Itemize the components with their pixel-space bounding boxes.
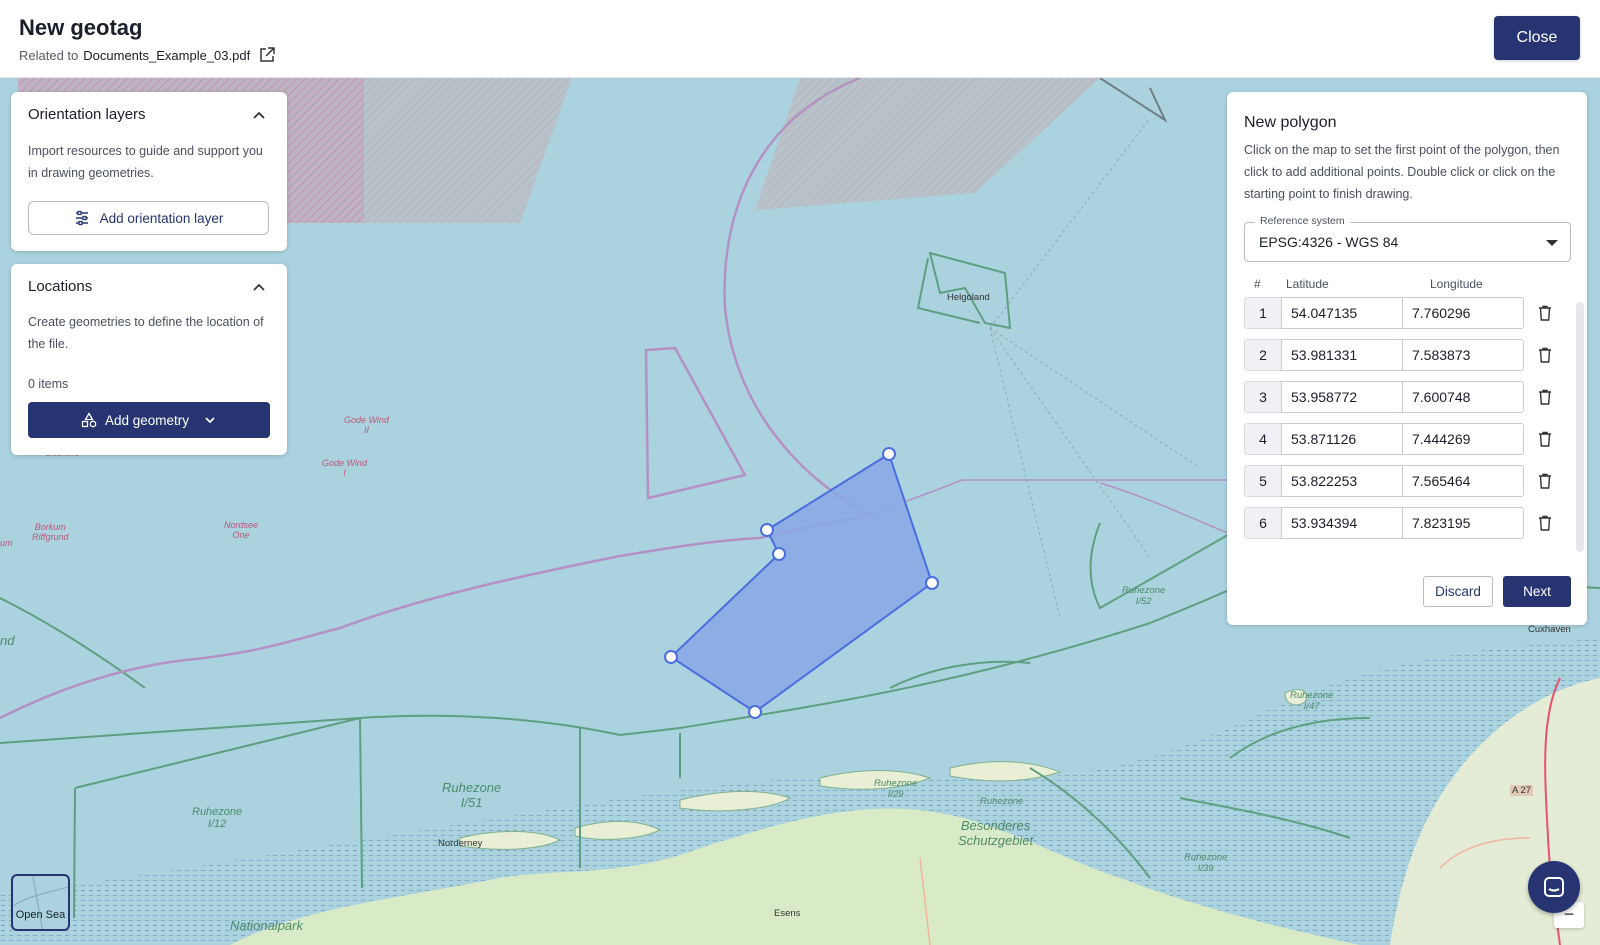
reference-system-legend: Reference system: [1255, 215, 1350, 227]
add-orientation-layer-button[interactable]: Add orientation layer: [28, 201, 269, 235]
shapes-icon: [81, 412, 97, 428]
add-geometry-label: Add geometry: [104, 412, 190, 428]
delete-point-icon[interactable]: [1536, 430, 1554, 448]
external-link-icon[interactable]: [258, 46, 276, 64]
map-label-norderney: Norderney: [438, 838, 483, 849]
polygon-vertex-1[interactable]: [882, 447, 896, 461]
restricted-area-grey: [364, 78, 572, 223]
map-label-a27: A 27: [1510, 785, 1534, 796]
page-title: New geotag: [19, 15, 143, 40]
polygon-vertex-5[interactable]: [748, 705, 762, 719]
related-document: Related to Documents_Example_03.pdf: [19, 46, 276, 64]
map-label-edge-nd: nd: [0, 633, 15, 648]
longitude-input[interactable]: 7.583873: [1402, 339, 1524, 371]
basemap-switcher[interactable]: Open Sea: [11, 874, 70, 931]
longitude-input[interactable]: 7.444269: [1402, 423, 1524, 455]
basemap-thumbnail: [13, 876, 68, 929]
shipping-lanes: [989, 327, 1201, 619]
column-header-longitude: Longitude: [1430, 277, 1483, 291]
polygon-vertex-6[interactable]: [925, 576, 939, 590]
delete-point-icon[interactable]: [1536, 514, 1554, 532]
delete-point-icon[interactable]: [1536, 388, 1554, 406]
restricted-area-grey-2: [755, 78, 1100, 210]
map-label-gode-wind-2: Gode Wind II: [344, 415, 389, 435]
new-polygon-title: New polygon: [1244, 114, 1337, 131]
point-number: 2: [1244, 339, 1282, 371]
locations-title: Locations: [28, 278, 93, 295]
maritime-boundary-thin: [869, 479, 1241, 539]
point-number: 3: [1244, 381, 1282, 413]
chevron-down-icon: [205, 417, 215, 424]
longitude-input[interactable]: 7.565464: [1402, 465, 1524, 497]
helgoland-zones: [916, 251, 1012, 330]
map-label-borkum: Borkum Riffgrund: [32, 522, 69, 542]
point-number: 1: [1244, 297, 1282, 329]
polygon-vertex-2[interactable]: [760, 523, 774, 537]
map-label-helgoland: Helgoland: [947, 292, 990, 303]
map-label-nordsee-one: Nordsee One: [224, 520, 259, 540]
coordinate-list-scrollbar[interactable]: [1576, 302, 1584, 552]
boundary-line: [1099, 78, 1168, 123]
orientation-layers-title: Orientation layers: [28, 106, 146, 123]
windfarm-area: [644, 346, 747, 500]
latitude-input[interactable]: 53.871126: [1281, 423, 1403, 455]
map-label-nationalpark: Nationalpark: [230, 918, 303, 933]
map-label-ruhezone-112: Ruhezone I/12: [192, 806, 243, 830]
point-number: 5: [1244, 465, 1282, 497]
reference-system-value: EPSG:4326 - WGS 84: [1259, 234, 1399, 250]
related-file-name: Documents_Example_03.pdf: [83, 47, 251, 63]
column-header-latitude: Latitude: [1286, 277, 1329, 291]
map-label-ruhezone-147: Ruhezone I/47: [1290, 690, 1334, 712]
longitude-input[interactable]: 7.823195: [1402, 507, 1524, 539]
map-label-ruhezone-151: Ruhezone I/51: [442, 780, 502, 810]
locations-count: 0 items: [28, 377, 69, 391]
discard-button[interactable]: Discard: [1423, 576, 1493, 607]
add-orientation-layer-label: Add orientation layer: [99, 210, 224, 226]
point-number: 4: [1244, 423, 1282, 455]
orientation-layers-panel: Orientation layers Import resources to g…: [11, 92, 287, 251]
latitude-input[interactable]: 53.958772: [1281, 381, 1403, 413]
longitude-input[interactable]: 7.600748: [1402, 381, 1524, 413]
map-label-edge-um: um: [0, 538, 13, 548]
dropdown-caret-icon: [1546, 240, 1558, 246]
new-polygon-panel: New polygon Click on the map to set the …: [1227, 92, 1587, 625]
map-label-gode-wind-1: Gode Wind I: [322, 458, 367, 478]
related-prefix: Related to: [19, 47, 79, 63]
longitude-input[interactable]: 7.760296: [1402, 297, 1524, 329]
delete-point-icon[interactable]: [1536, 304, 1554, 322]
delete-point-icon[interactable]: [1536, 346, 1554, 364]
latitude-input[interactable]: 53.822253: [1281, 465, 1403, 497]
polygon-vertex-3[interactable]: [772, 547, 786, 561]
chat-icon: [1544, 877, 1564, 897]
map-label-ruhezone-152: Ruhezone I/52: [1122, 585, 1166, 607]
basemap-label: Open Sea: [15, 909, 66, 921]
latitude-input[interactable]: 53.981331: [1281, 339, 1403, 371]
add-geometry-button[interactable]: Add geometry: [28, 402, 270, 438]
chevron-up-icon[interactable]: [251, 280, 267, 296]
delete-point-icon[interactable]: [1536, 472, 1554, 490]
latitude-input[interactable]: 54.047135: [1281, 297, 1403, 329]
locations-description: Create geometries to define the location…: [28, 315, 264, 351]
latitude-input[interactable]: 53.934394: [1281, 507, 1403, 539]
map-label-ruhezone: Ruhezone: [980, 796, 1024, 807]
orientation-layers-description: Import resources to guide and support yo…: [28, 144, 263, 180]
map-label-esens: Esens: [774, 908, 801, 919]
point-number: 6: [1244, 507, 1282, 539]
map-label-besonderes-schutzgebiet: Besonderes Schutzgebiet: [958, 818, 1034, 848]
close-button[interactable]: Close: [1494, 16, 1580, 60]
polygon-vertex-4[interactable]: [664, 650, 678, 664]
locations-panel: Locations Create geometries to define th…: [11, 264, 287, 455]
layers-icon: [75, 210, 88, 226]
reference-system-select[interactable]: Reference system EPSG:4326 - WGS 84: [1244, 215, 1571, 262]
header: New geotag Related to Documents_Example_…: [0, 0, 1600, 78]
map-label-cuxhaven: Cuxhaven: [1528, 624, 1571, 635]
map-label-ruhezone-139: Ruhezone I/39: [1184, 852, 1228, 874]
chevron-up-icon[interactable]: [251, 108, 267, 124]
chat-button[interactable]: [1528, 861, 1580, 913]
new-polygon-instructions: Click on the map to set the first point …: [1244, 143, 1560, 201]
map-label-ruhezone-129: Ruhezone I/29: [874, 778, 918, 800]
drawn-polygon[interactable]: [669, 452, 934, 714]
next-button[interactable]: Next: [1503, 576, 1571, 607]
column-header-number: #: [1254, 277, 1261, 291]
